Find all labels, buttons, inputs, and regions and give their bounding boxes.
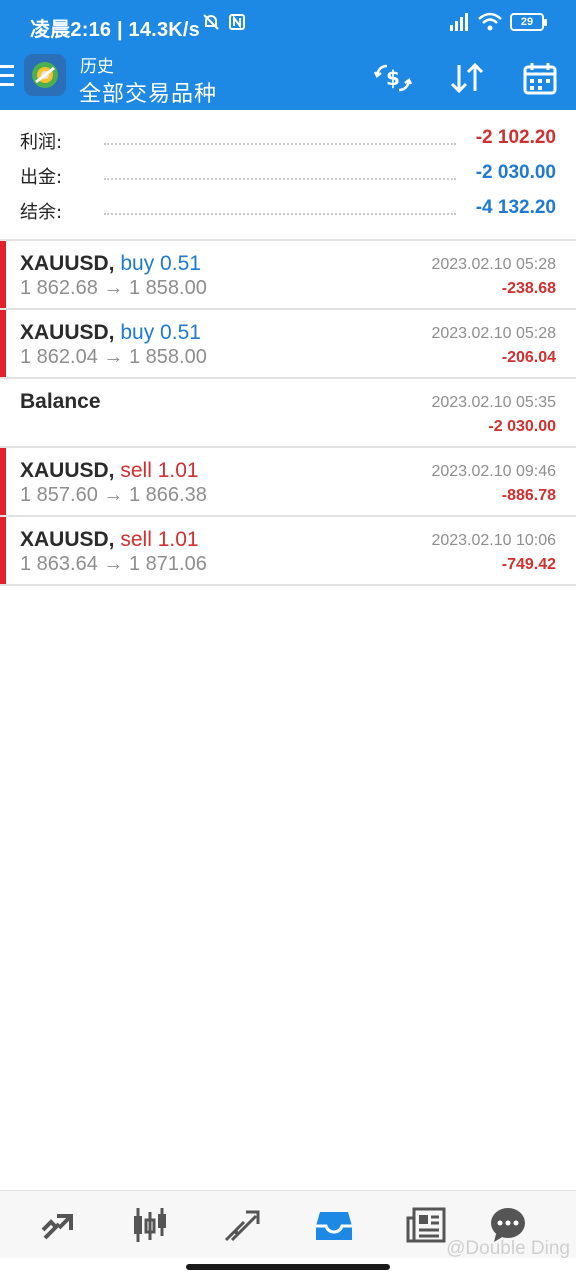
deal-prices: 1 857.60 → 1 866.38: [20, 484, 207, 506]
history-inbox-icon[interactable]: [312, 1203, 356, 1247]
deal-time: 2023.02.10 09:46: [431, 463, 556, 480]
summary-panel: 利润: -2 102.20 出金: -2 030.00 结余: -4 132.2…: [0, 110, 576, 241]
deal-profit: -886.78: [501, 487, 556, 504]
page-subtitle: 历史: [80, 57, 114, 77]
currency-exchange-icon[interactable]: $: [373, 60, 413, 96]
deal-type: buy 0.51: [120, 252, 201, 275]
deal-symbol: XAUUSD,: [20, 252, 115, 275]
list-item[interactable]: XAUUSD, sell 1.01 1 857.60 → 1 866.38 20…: [0, 448, 576, 517]
deal-prices: 1 862.68 → 1 858.00: [20, 277, 207, 299]
summary-profit: 利润: -2 102.20: [0, 125, 576, 155]
wifi-icon: [478, 12, 502, 31]
signal-icon: [450, 13, 468, 31]
divider: [104, 143, 456, 145]
deal-profit: -238.68: [501, 280, 556, 297]
loss-marker: [0, 241, 6, 308]
nfc-icon: [229, 14, 245, 30]
summary-value: -2 030.00: [475, 162, 556, 183]
deal-symbol: XAUUSD,: [20, 459, 115, 482]
app-bar: 历史 全部交易品种 $: [0, 50, 576, 110]
status-bar: 凌晨2:16 | 14.3K/s 29: [0, 0, 576, 50]
loss-marker: [0, 517, 6, 584]
watermark: @Double Ding: [446, 1238, 570, 1259]
app-logo: [24, 54, 66, 96]
mute-bell-icon: [203, 14, 219, 30]
summary-label: 利润:: [20, 132, 63, 153]
deal-type: sell 1.01: [120, 528, 199, 551]
status-time-speed: 凌晨2:16 | 14.3K/s: [30, 19, 200, 41]
summary-value: -4 132.20: [475, 197, 556, 218]
deal-time: 2023.02.10 05:35: [431, 394, 556, 411]
page-title[interactable]: 全部交易品种: [79, 76, 217, 108]
deal-type: buy 0.51: [120, 321, 201, 344]
calendar-icon[interactable]: [520, 60, 560, 96]
deal-symbol: XAUUSD,: [20, 528, 115, 551]
deal-symbol: XAUUSD,: [20, 321, 115, 344]
deal-symbol: Balance: [20, 390, 101, 413]
battery-icon: 29: [510, 13, 547, 31]
divider: [104, 213, 456, 215]
list-item[interactable]: XAUUSD, sell 1.01 1 863.64 → 1 871.06 20…: [0, 517, 576, 586]
news-icon[interactable]: [404, 1203, 448, 1247]
summary-balance: 结余: -4 132.20: [0, 195, 576, 225]
deal-profit: -749.42: [501, 556, 556, 573]
deal-profit: -206.04: [501, 349, 556, 366]
summary-label: 出金:: [20, 167, 63, 188]
list-item[interactable]: XAUUSD, buy 0.51 1 862.04 → 1 858.00 202…: [0, 310, 576, 379]
deal-type: sell 1.01: [120, 459, 199, 482]
home-indicator[interactable]: [186, 1264, 390, 1270]
list-item[interactable]: Balance 2023.02.10 05:35 -2 030.00: [0, 379, 576, 448]
list-item[interactable]: XAUUSD, buy 0.51 1 862.68 → 1 858.00 202…: [0, 241, 576, 310]
trade-icon[interactable]: [220, 1203, 264, 1247]
deal-prices: 1 863.64 → 1 871.06: [20, 553, 207, 575]
summary-value: -2 102.20: [475, 127, 556, 148]
deal-time: 2023.02.10 10:06: [431, 532, 556, 549]
loss-marker: [0, 448, 6, 515]
deal-time: 2023.02.10 05:28: [431, 325, 556, 342]
deals-list: XAUUSD, buy 0.51 1 862.68 → 1 858.00 202…: [0, 241, 576, 586]
summary-label: 结余:: [20, 202, 63, 223]
divider: [104, 178, 456, 180]
summary-withdrawal: 出金: -2 030.00: [0, 160, 576, 190]
sort-icon[interactable]: [447, 60, 487, 96]
loss-marker: [0, 310, 6, 377]
quotes-icon[interactable]: [36, 1203, 80, 1247]
chart-candles-icon[interactable]: [128, 1203, 172, 1247]
status-icons: 29: [202, 12, 547, 32]
deal-prices: 1 862.04 → 1 858.00: [20, 346, 207, 368]
svg-text:$: $: [386, 66, 400, 90]
menu-icon[interactable]: [0, 65, 14, 92]
deal-profit: -2 030.00: [488, 418, 556, 435]
deal-time: 2023.02.10 05:28: [431, 256, 556, 273]
